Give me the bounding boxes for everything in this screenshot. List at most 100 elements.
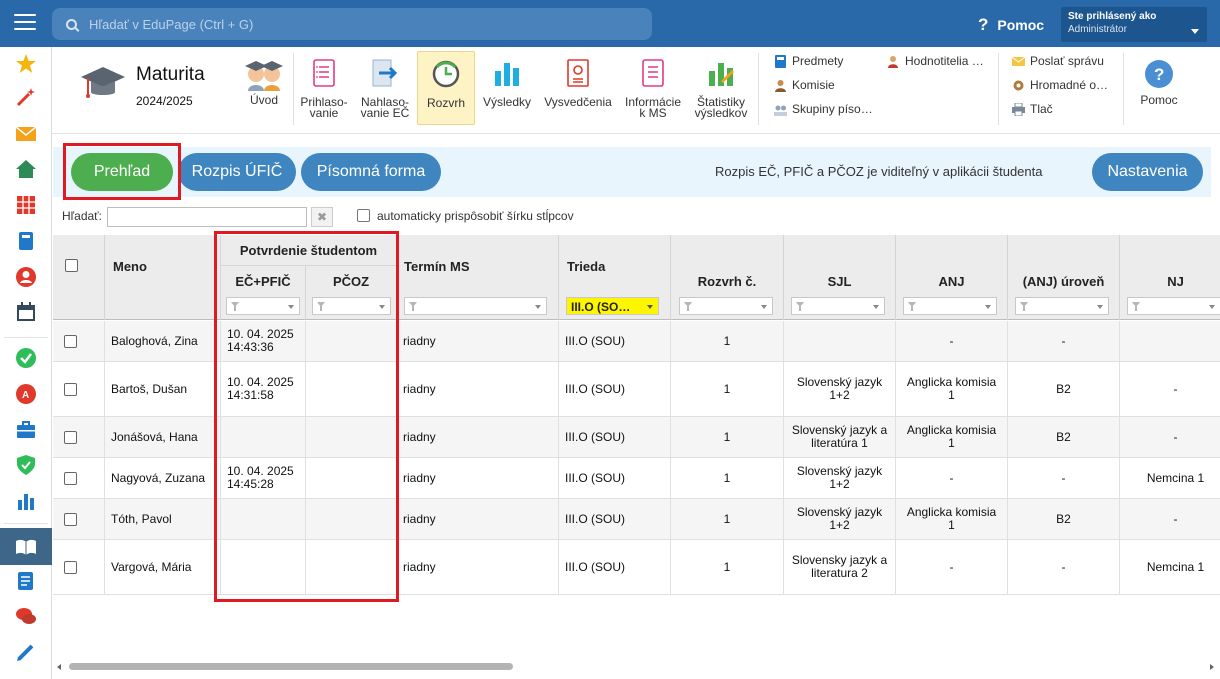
header-nj[interactable]: NJ [1120, 274, 1220, 289]
module-btn-informacie[interactable]: Informácie k MS [622, 51, 684, 125]
link-hromadne[interactable]: Hromadné o… [1012, 78, 1108, 92]
cell-trieda: III.O (SOU) [565, 559, 625, 574]
menu-icon[interactable] [14, 14, 36, 32]
row-checkbox[interactable] [64, 334, 77, 348]
arrow-in-icon [372, 59, 398, 87]
module-btn-statistiky[interactable]: Štatistiky výsledkov [690, 51, 752, 125]
row-checkbox[interactable] [64, 560, 77, 574]
gear-icon [1013, 80, 1024, 90]
global-search[interactable] [52, 8, 652, 40]
view-tabs: Prehľad Rozpis ÚFIČ Písomná forma Rozpis… [53, 147, 1211, 197]
link-komisie[interactable]: Komisie [774, 78, 835, 92]
scrollbar-thumb[interactable] [69, 663, 513, 670]
header-anj[interactable]: ANJ [896, 274, 1007, 289]
envelope-icon [1012, 56, 1025, 66]
row-checkbox[interactable] [64, 471, 77, 485]
link-poslat-spravu[interactable]: Poslať správu [1012, 54, 1104, 68]
link-skupiny[interactable]: Skupiny píso… [774, 102, 873, 116]
cell-trieda: III.O (SOU) [565, 511, 625, 526]
global-search-input[interactable] [89, 16, 589, 32]
link-label: Komisie [792, 78, 835, 92]
cell-line: literatura 2 [811, 566, 868, 580]
row-checkbox[interactable] [64, 382, 77, 396]
header-rozvrh[interactable]: Rozvrh č. [671, 274, 783, 289]
module-btn-prihlasovanie[interactable]: Prihlaso- vanie [296, 51, 352, 125]
tab-pisomna-forma[interactable]: Písomná forma [301, 153, 441, 191]
shield-icon[interactable] [15, 454, 37, 476]
notes-icon[interactable] [15, 570, 37, 592]
chart-icon[interactable] [15, 490, 37, 512]
timetable-icon[interactable] [15, 194, 37, 216]
select-all-checkbox[interactable] [65, 259, 78, 272]
school-year: 2024/2025 [136, 94, 193, 108]
star-icon[interactable] [15, 53, 37, 75]
divider [293, 53, 294, 125]
cell-sjl1: Slovenský jazyk 1+2 [784, 458, 895, 498]
link-hodnotitelia[interactable]: Hodnotitelia … [887, 54, 984, 68]
chevron-down-icon [873, 305, 879, 309]
module-btn-label: Nahlaso- vanie EČ [360, 95, 410, 120]
pen-icon[interactable] [15, 641, 37, 663]
row-checkbox[interactable] [64, 430, 77, 444]
sidebar-divider [4, 337, 48, 338]
filter-icon [1132, 302, 1140, 311]
magic-wand-icon[interactable] [15, 86, 37, 108]
cell-line: 1+2 [829, 388, 850, 402]
home-icon[interactable] [15, 158, 37, 180]
cell-sjl1 [784, 321, 895, 361]
user-menu[interactable]: Ste prihlásený ako Administrátor [1061, 7, 1207, 42]
clear-icon[interactable]: ✖ [311, 207, 333, 227]
svg-text:?: ? [1154, 65, 1164, 84]
chat-icon[interactable] [15, 605, 37, 627]
filter-anj-uroven[interactable] [1015, 297, 1109, 315]
grade-icon[interactable]: A [15, 383, 37, 405]
cell-line: literatúra 1 [811, 436, 868, 450]
module-btn-uvod[interactable]: Úvod [238, 51, 290, 125]
chevron-down-icon [985, 305, 991, 309]
table-search-input[interactable] [107, 207, 307, 227]
help-link[interactable]: ? Pomoc [978, 15, 1044, 35]
filter-nj[interactable] [1127, 297, 1220, 315]
cell-termin: riadny [403, 333, 436, 348]
cell-rozvrh: 1 [723, 470, 731, 485]
filter-anj[interactable] [903, 297, 997, 315]
cell-rozvrh: 1 [723, 381, 731, 396]
briefcase-icon[interactable] [15, 419, 37, 441]
auto-width-checkbox[interactable] [357, 209, 370, 222]
mail-icon[interactable] [15, 123, 37, 145]
module-btn-nahlasovanie[interactable]: Nahlaso- vanie EČ [356, 51, 414, 125]
calendar-icon[interactable] [15, 301, 37, 323]
scroll-left-icon[interactable] [57, 664, 61, 670]
header-trieda[interactable]: Trieda [567, 259, 605, 274]
settings-button[interactable]: Nastavenia [1092, 153, 1203, 191]
module-btn-vysledky[interactable]: Výsledky [479, 51, 535, 125]
book-icon [775, 54, 786, 68]
row-checkbox[interactable] [64, 512, 77, 526]
tab-rozpis-ufic[interactable]: Rozpis ÚFIČ [178, 153, 296, 191]
header-termin[interactable]: Termín MS [404, 259, 470, 274]
module-btn-pomoc[interactable]: ? Pomoc [1134, 51, 1184, 125]
scroll-right-icon[interactable] [1210, 664, 1214, 670]
check-icon[interactable] [15, 347, 37, 369]
open-book-icon[interactable] [15, 536, 37, 558]
cell-nj: - [1173, 381, 1178, 396]
horizontal-scrollbar[interactable] [53, 661, 1220, 673]
sidebar-divider [4, 523, 48, 524]
header-meno[interactable]: Meno [113, 259, 147, 274]
cell-line: - [949, 470, 954, 485]
filter-trieda[interactable]: III.O (SO… [566, 297, 659, 315]
header-sjl[interactable]: SJL [784, 274, 895, 289]
user-icon[interactable] [15, 266, 37, 288]
bar-chart-icon [495, 63, 519, 86]
link-label: Tlač [1030, 102, 1053, 116]
header-anj-uroven[interactable]: (ANJ) úroveň [1008, 274, 1119, 289]
link-predmety[interactable]: Predmety [774, 54, 843, 68]
module-btn-vysvedcenia[interactable]: Vysvedčenia [540, 51, 616, 125]
filter-termin[interactable] [404, 297, 547, 315]
link-tlac[interactable]: Tlač [1012, 102, 1053, 116]
filter-icon [796, 302, 804, 311]
module-btn-rozvrh[interactable]: Rozvrh [417, 51, 475, 125]
book-icon[interactable] [15, 230, 37, 252]
filter-rozvrh[interactable] [679, 297, 773, 315]
filter-sjl[interactable] [791, 297, 885, 315]
